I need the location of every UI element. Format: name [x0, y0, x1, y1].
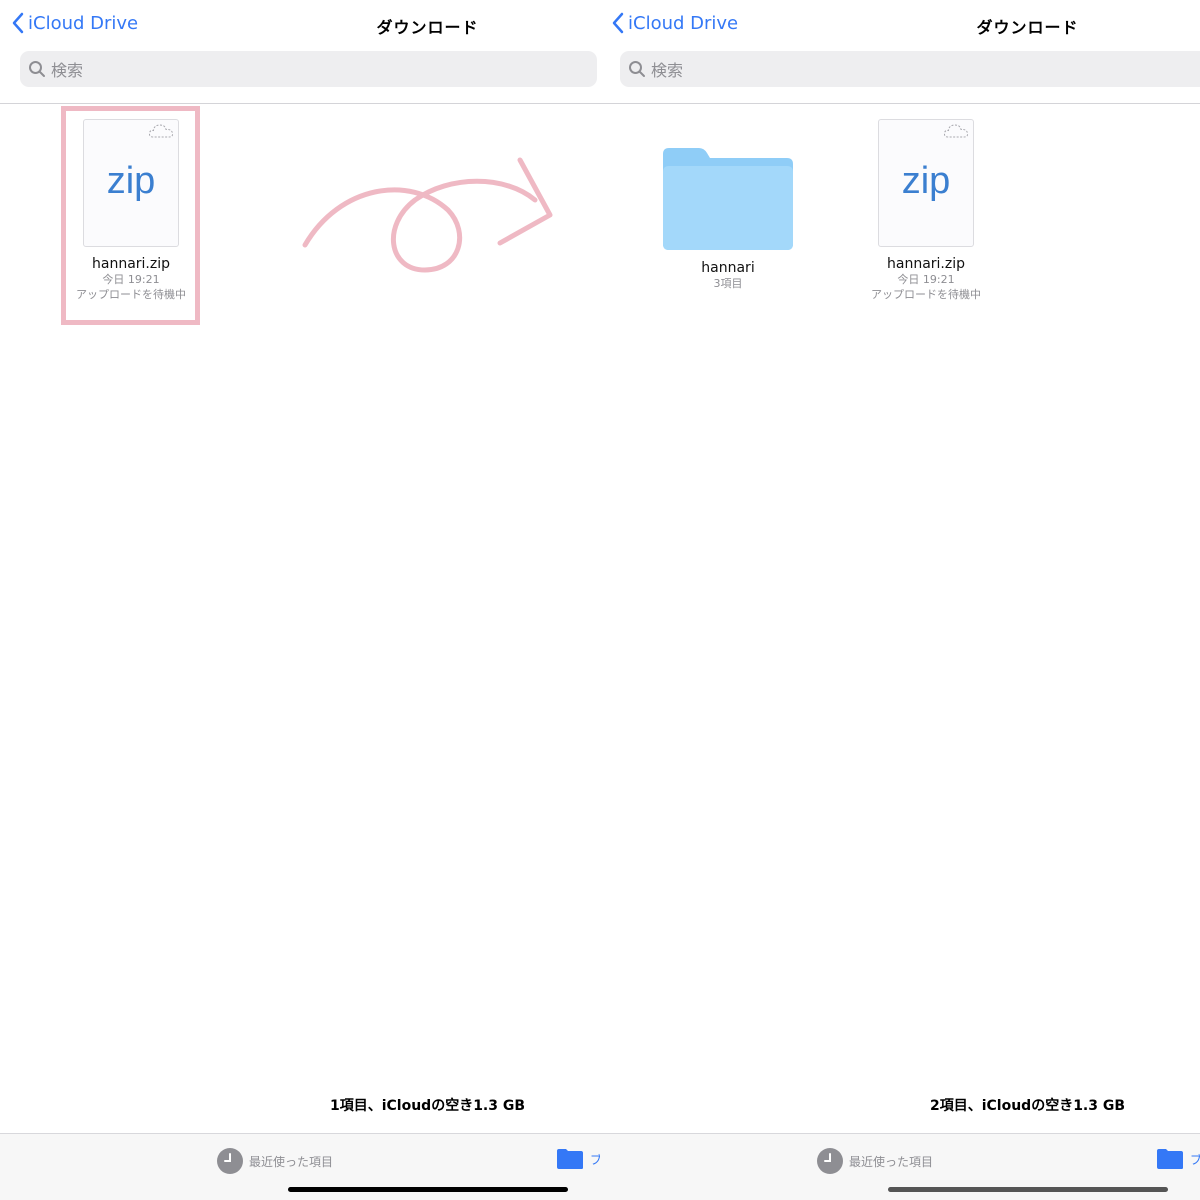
folder-tab-icon	[1157, 1149, 1183, 1169]
file-extension-label: zip	[901, 160, 951, 202]
arrow-icon	[302, 157, 553, 273]
folder-item-count: 3項目	[713, 277, 743, 290]
search-placeholder: 検索	[51, 61, 84, 80]
page-title: ダウンロード	[976, 18, 1079, 37]
home-indicator	[888, 1187, 1168, 1192]
clock-icon	[817, 1148, 843, 1174]
files-panel-after: iCloud Drive ダウンロード 検索 hannari 3項目 zip h…	[600, 0, 1200, 1200]
search-input[interactable]: 検索	[620, 51, 1200, 87]
tab-browse-label: ブ	[1190, 1152, 1200, 1167]
tab-browse[interactable]: ブ	[1156, 1148, 1200, 1170]
search-placeholder: 検索	[651, 61, 684, 80]
storage-summary: 2項目、iCloudの空き1.3 GB	[929, 1098, 1126, 1114]
folder-tab-icon	[557, 1149, 583, 1169]
file-item-zip[interactable]: zip hannari.zip 今日 19:21 アップロードを待機中	[856, 119, 996, 302]
home-indicator	[288, 1187, 568, 1192]
file-status: アップロードを待機中	[871, 288, 981, 301]
tab-recents[interactable]: 最近使った項目	[217, 1148, 333, 1174]
folder-item[interactable]: hannari 3項目	[658, 146, 798, 291]
tab-recents-label: 最近使った項目	[249, 1154, 334, 1169]
clock-icon	[217, 1148, 243, 1174]
search-icon	[629, 61, 645, 77]
page-title: ダウンロード	[376, 18, 479, 37]
search-input[interactable]: 検索	[20, 51, 597, 87]
cloud-upload-icon	[943, 124, 969, 138]
folder-icon	[663, 148, 793, 250]
file-date: 今日 19:21	[897, 273, 955, 286]
highlight-box	[61, 106, 200, 325]
files-panel-before: iCloud Drive ダウンロード 検索 zip hannari.zip 今…	[0, 0, 600, 1200]
divider	[0, 103, 600, 104]
search-icon	[29, 61, 45, 77]
tab-browse[interactable]: ブ	[556, 1148, 600, 1170]
tab-recents[interactable]: 最近使った項目	[817, 1148, 933, 1174]
zip-document-icon: zip	[878, 119, 974, 247]
folder-name: hannari	[701, 260, 755, 276]
storage-summary: 1項目、iCloudの空き1.3 GB	[329, 1098, 526, 1114]
file-name: hannari.zip	[887, 256, 965, 272]
tab-browse-label: ブ	[590, 1152, 600, 1167]
divider	[600, 103, 1200, 104]
tab-recents-label: 最近使った項目	[849, 1154, 934, 1169]
